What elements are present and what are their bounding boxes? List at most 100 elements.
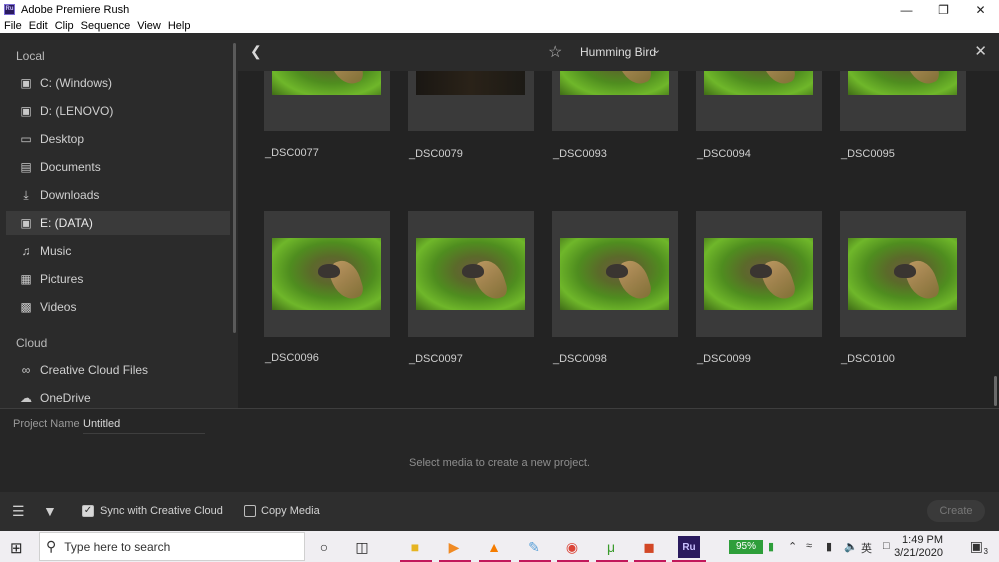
- document-icon: ▤: [20, 160, 32, 174]
- sidebar-item-label: OneDrive: [40, 391, 91, 405]
- show-hidden-icons-chevron-icon[interactable]: ⌃: [788, 540, 797, 553]
- menu-clip[interactable]: Clip: [55, 20, 74, 32]
- file-name: _DSC0100: [841, 353, 895, 365]
- menu-file[interactable]: File: [4, 20, 22, 32]
- media-card[interactable]: [552, 211, 678, 337]
- chrome-icon[interactable]: ◉: [561, 536, 583, 558]
- project-name-input[interactable]: [83, 415, 205, 434]
- file-name: _DSC0099: [697, 353, 751, 365]
- thumbnail: [416, 238, 525, 310]
- sidebar-item-label: Desktop: [40, 132, 85, 146]
- media-card[interactable]: [696, 71, 822, 131]
- media-card[interactable]: [840, 211, 966, 337]
- sidebar-item-videos[interactable]: ▩ Videos: [6, 295, 230, 319]
- monitor-icon: ▣: [20, 104, 32, 118]
- sidebar-item-label: Music: [40, 244, 72, 258]
- sync-checkbox[interactable]: ✓: [82, 505, 94, 517]
- clock-time: 1:49 PM: [902, 534, 943, 546]
- thumbnail: [416, 71, 525, 95]
- file-name: _DSC0097: [409, 353, 463, 365]
- sidebar-item-onedrive[interactable]: ☁ OneDrive: [6, 386, 230, 410]
- ime-icon[interactable]: □: [883, 540, 890, 552]
- menu-help[interactable]: Help: [168, 20, 191, 32]
- media-card[interactable]: [408, 71, 534, 131]
- thumbnail: [272, 71, 381, 95]
- sidebar-item-label: E: (DATA): [40, 216, 93, 230]
- creative-cloud-icon: ∞: [21, 363, 31, 377]
- thumbnail: [560, 71, 669, 95]
- premiere-rush-logo-icon: Ru: [4, 4, 15, 15]
- folder-title[interactable]: Humming Bird: [580, 45, 656, 59]
- sidebar-item-label: Downloads: [40, 188, 100, 202]
- copy-media-checkbox[interactable]: [244, 505, 256, 517]
- windows-start-icon[interactable]: ⊞: [10, 539, 23, 557]
- star-favorite-icon[interactable]: ☆: [548, 42, 562, 62]
- back-arrow-icon[interactable]: ❮: [250, 43, 262, 60]
- taskbar-search[interactable]: ⚲ Type here to search: [39, 532, 305, 561]
- grid-scrollbar[interactable]: [994, 376, 997, 406]
- file-name: _DSC0098: [553, 353, 607, 365]
- media-card[interactable]: [408, 211, 534, 337]
- sidebar-item-label: C: (Windows): [40, 76, 113, 90]
- battery-indicator[interactable]: 95%: [729, 540, 763, 554]
- close-icon[interactable]: ✕: [974, 42, 987, 60]
- media-grid: _DSC0077 _DSC0079 _DSC0093 _DSC0094 _DSC…: [238, 71, 999, 408]
- search-icon: ⚲: [46, 538, 57, 554]
- thumbnail: [272, 238, 381, 310]
- minimize-button[interactable]: —: [888, 0, 925, 19]
- sync-label: Sync with Creative Cloud: [100, 505, 223, 517]
- clock[interactable]: 1:49 PM 3/21/2020: [894, 534, 943, 560]
- input-language[interactable]: 英: [861, 540, 872, 556]
- thumbnail: [560, 238, 669, 310]
- sidebar-item-label: D: (LENOVO): [40, 104, 114, 118]
- filter-icon[interactable]: ▼: [43, 503, 57, 519]
- sidebar-item-label: Videos: [40, 300, 77, 314]
- media-card[interactable]: [696, 211, 822, 337]
- volume-icon[interactable]: 🔈: [844, 540, 858, 553]
- sidebar-item-downloads[interactable]: ⤓ Downloads: [6, 183, 230, 207]
- browser-header: ❮ ☆ Humming Bird ⌄ ✕: [238, 33, 999, 71]
- notifications-icon[interactable]: ▣: [970, 538, 983, 555]
- menu-view[interactable]: View: [137, 20, 161, 32]
- battery-icon[interactable]: ▮: [768, 540, 774, 553]
- menu-sequence[interactable]: Sequence: [81, 20, 131, 32]
- close-window-button[interactable]: ✕: [962, 0, 999, 19]
- sidebar-item-d-drive[interactable]: ▣ D: (LENOVO): [6, 99, 230, 123]
- media-card[interactable]: [264, 71, 390, 131]
- file-name: _DSC0094: [697, 148, 751, 160]
- wifi-icon[interactable]: ≈: [806, 540, 812, 552]
- cortana-icon[interactable]: ○: [313, 536, 335, 558]
- cloud-heading: Cloud: [16, 336, 48, 350]
- local-heading: Local: [16, 49, 45, 63]
- sidebar-item-pictures[interactable]: ▦ Pictures: [6, 267, 230, 291]
- media-card[interactable]: [552, 71, 678, 131]
- select-media-hint: Select media to create a new project.: [409, 457, 590, 469]
- sidebar-item-label: Pictures: [40, 272, 84, 286]
- window-title: Adobe Premiere Rush: [21, 3, 130, 16]
- media-card[interactable]: [264, 211, 390, 337]
- premiere-rush-taskbar-icon[interactable]: Ru: [678, 536, 700, 558]
- sidebar-item-creative-cloud[interactable]: ∞ Creative Cloud Files: [6, 358, 230, 382]
- vlc-icon[interactable]: ▲: [483, 536, 505, 558]
- utorrent-icon[interactable]: μ: [600, 536, 622, 558]
- power-icon[interactable]: ▮: [826, 540, 832, 553]
- paint-icon[interactable]: ✎: [523, 536, 545, 558]
- sidebar-item-music[interactable]: ♫ Music: [6, 239, 230, 263]
- search-placeholder: Type here to search: [64, 539, 171, 554]
- picture-icon: ▦: [20, 272, 32, 286]
- powerpoint-icon[interactable]: ◼: [638, 536, 660, 558]
- media-card[interactable]: [840, 71, 966, 131]
- sidebar-item-e-drive[interactable]: ▣ E: (DATA): [6, 211, 230, 235]
- media-player-icon[interactable]: ▶: [443, 536, 465, 558]
- menu-edit[interactable]: Edit: [29, 20, 48, 32]
- list-view-icon[interactable]: ☰: [12, 503, 25, 520]
- chevron-down-icon[interactable]: ⌄: [652, 43, 661, 56]
- create-button[interactable]: Create: [927, 500, 985, 522]
- sidebar-item-c-drive[interactable]: ▣ C: (Windows): [6, 71, 230, 95]
- task-view-icon[interactable]: ◫: [351, 536, 373, 558]
- sidebar-scrollbar[interactable]: [233, 43, 236, 333]
- sidebar-item-desktop[interactable]: ▭ Desktop: [6, 127, 230, 151]
- sidebar-item-documents[interactable]: ▤ Documents: [6, 155, 230, 179]
- restore-button[interactable]: ❐: [925, 0, 962, 19]
- file-explorer-icon[interactable]: ■: [404, 536, 426, 558]
